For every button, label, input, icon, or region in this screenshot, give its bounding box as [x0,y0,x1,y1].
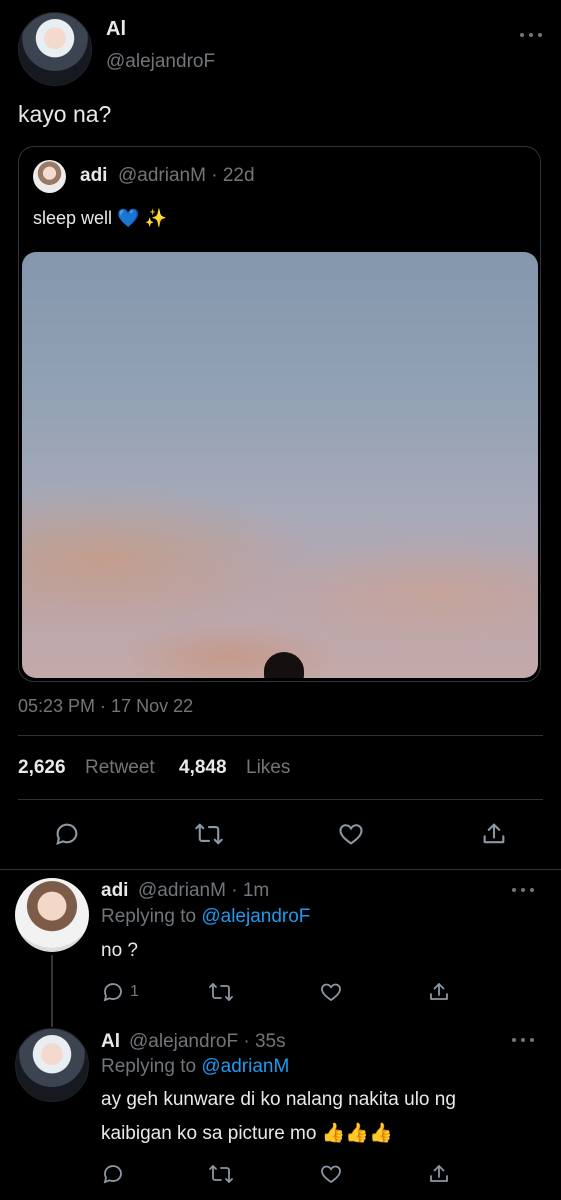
reply-icon[interactable] [101,1162,125,1186]
reply-author-name[interactable]: adi [101,880,128,902]
like-icon[interactable] [337,820,365,848]
author-name[interactable]: Al [106,18,126,41]
more-icon[interactable] [520,33,542,39]
reply-text: no ? [101,940,138,961]
like-icon[interactable] [319,980,343,1004]
share-icon[interactable] [427,1162,451,1186]
thread-line [51,955,53,1027]
reply-icon[interactable] [101,980,125,1004]
reply-handle-time: @adrianM · 1m [138,880,270,901]
tweet-text: kayo na? [18,101,112,127]
quoted-tweet-text: sleep well 💙 ✨ [33,208,167,228]
divider [18,799,543,800]
reply-text-line-1: ay geh kunware di ko nalang nakita ulo n… [101,1089,456,1110]
quoted-author-name: adi [80,165,108,186]
retweet-icon[interactable] [208,980,234,1004]
avatar[interactable] [15,1028,89,1102]
more-icon[interactable] [512,1038,534,1044]
quoted-tweet-photo[interactable] [22,252,538,678]
likes-count[interactable]: 4,848 [179,757,227,779]
photo-silhouette [264,652,304,678]
divider [18,735,543,736]
quoted-handle-time: @adrianM · 22d [118,165,255,186]
more-icon[interactable] [512,888,534,894]
replying-prefix: Replying to [101,906,197,927]
reply-handle-time: @alejandroF · 35s [129,1031,286,1052]
avatar[interactable] [18,12,92,86]
reply-count: 1 [130,983,139,1000]
retweet-count[interactable]: 2,626 [18,757,66,779]
retweet-icon[interactable] [194,820,224,848]
replying-to-link[interactable]: @adrianM [201,1056,289,1077]
replying-to-link[interactable]: @alejandroF [201,906,310,927]
reply-text-line-2: kaibigan ko sa picture mo 👍👍👍 [101,1123,393,1144]
replying-prefix: Replying to [101,1056,197,1077]
retweet-icon[interactable] [208,1162,234,1186]
avatar [33,160,66,193]
replying-to: Replying to @adrianM [101,1056,289,1078]
share-icon[interactable] [480,820,508,848]
share-icon[interactable] [427,980,451,1004]
likes-label[interactable]: Likes [246,757,290,779]
like-icon[interactable] [319,1162,343,1186]
reply-icon[interactable] [53,820,81,848]
tweet-timestamp: 05:23 PM · 17 Nov 22 [18,696,194,716]
replying-to: Replying to @alejandroF [101,906,310,928]
avatar[interactable] [15,878,89,952]
retweet-label[interactable]: Retweet [85,757,155,779]
reply-author-name[interactable]: Al [101,1031,120,1053]
divider [0,869,561,870]
author-handle[interactable]: @alejandroF [106,51,215,73]
